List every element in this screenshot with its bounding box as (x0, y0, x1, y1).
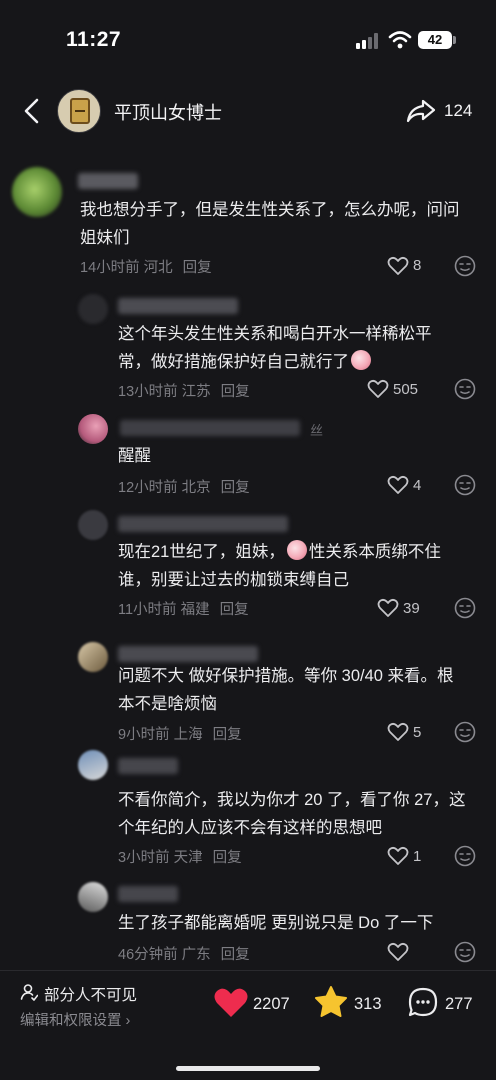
commenter-name-fragment: 丝 (310, 423, 324, 438)
like-count: 505 (393, 381, 419, 398)
comment-text: 生了孩子都能离婚呢 更别说只是 Do 了一下 (118, 914, 434, 932)
header: 平顶山女博士 124 (0, 80, 496, 142)
comment-text: 问题不大 做好保护措施。等你 30/40 来看。根 本不是啥烦恼 (118, 667, 454, 713)
comment-text: 醒醒 (118, 447, 151, 465)
favorite-count: 313 (354, 995, 382, 1013)
comment-item: 这个年头发生性关系和喝白开水一样稀松平 常，做好措施保护好自己就行了 13小时前 … (0, 290, 496, 405)
reply-button[interactable]: 回复 (183, 260, 212, 276)
comment-meta: 3小时前 天津 回复 (118, 850, 242, 866)
reply-button[interactable]: 回复 (221, 384, 250, 400)
battery-tip (453, 36, 456, 44)
commenter-avatar[interactable] (78, 414, 108, 444)
commenter-avatar[interactable] (78, 750, 108, 780)
status-bar: 11:27 42 (0, 0, 496, 80)
share-icon[interactable] (406, 98, 436, 124)
bottom-action-bar: 部分人不可见 编辑和权限设置 › 2207 313 277 (0, 970, 496, 1080)
commenter-name-blurred[interactable] (120, 420, 300, 436)
like-count: 4 (413, 477, 422, 494)
like-icon[interactable] (387, 256, 409, 276)
like-count: 8 (413, 257, 422, 274)
comment-meta: 46分钟前 广东 回复 (118, 947, 250, 963)
edit-permissions-link[interactable]: 编辑和权限设置 › (20, 1009, 130, 1030)
like-icon[interactable] (387, 846, 409, 866)
commenter-name-blurred[interactable] (118, 516, 288, 532)
comment-meta: 12小时前 北京 回复 (118, 480, 250, 496)
commenter-avatar[interactable] (12, 167, 62, 217)
signal-icon (356, 33, 380, 49)
comment-item: 我也想分手了，但是发生性关系了，怎么办呢，问问 姐妹们 14小时前 河北 回复 8 (0, 165, 496, 277)
home-indicator (176, 1066, 320, 1071)
back-icon[interactable] (20, 96, 44, 126)
commenter-name-blurred[interactable] (78, 173, 138, 189)
comment-meta: 14小时前 河北 回复 (80, 260, 212, 276)
like-count: 1 (413, 848, 422, 865)
commenter-avatar[interactable] (78, 294, 108, 324)
battery-icon: 42 (418, 31, 452, 49)
author-name[interactable]: 平顶山女博士 (114, 99, 222, 125)
emoji-reaction-icon[interactable] (454, 255, 476, 277)
commenter-name-blurred[interactable] (118, 758, 178, 774)
like-count: 39 (403, 600, 420, 617)
like-icon[interactable] (377, 598, 399, 618)
comment-text: 不看你简介，我以为你才 20 了，看了你 27，这 个年纪的人应该不会有这样的思想… (118, 791, 466, 837)
comment-text: 这个年头发生性关系和喝白开水一样稀松平 常，做好措施保护好自己就行了 (118, 325, 432, 371)
reply-button[interactable]: 回复 (221, 947, 250, 963)
commenter-avatar[interactable] (78, 882, 108, 912)
like-icon[interactable] (387, 942, 409, 962)
emoji-reaction-icon[interactable] (454, 378, 476, 400)
commenter-name-blurred[interactable] (118, 298, 238, 314)
emoji-reaction-icon[interactable] (454, 597, 476, 619)
visibility-label[interactable]: 部分人不可见 (44, 983, 137, 1005)
like-count-total: 2207 (253, 995, 290, 1013)
crying-emoji-icon (351, 350, 371, 370)
reply-button[interactable]: 回复 (213, 850, 242, 866)
status-time: 11:27 (66, 28, 122, 51)
emoji-reaction-icon[interactable] (454, 721, 476, 743)
commenter-avatar[interactable] (78, 510, 108, 540)
author-avatar[interactable] (57, 89, 101, 133)
favorite-star-icon[interactable] (314, 985, 348, 1018)
like-filled-icon[interactable] (213, 987, 249, 1019)
like-count: 5 (413, 724, 422, 741)
comment-item: 现在21世纪了，姐妹， 性关系本质绑不住 谁，别要让过去的枷锁束缚自己 11小时前… (0, 508, 496, 623)
crying-emoji-icon (286, 540, 307, 560)
commenter-name-blurred[interactable] (118, 646, 258, 662)
comment-meta: 11小时前 福建 回复 (118, 602, 249, 618)
like-icon[interactable] (387, 475, 409, 495)
reply-button[interactable]: 回复 (213, 727, 242, 743)
share-count: 124 (444, 101, 473, 120)
comment-meta: 13小时前 江苏 回复 (118, 384, 250, 400)
comment-meta: 9小时前 上海 回复 (118, 727, 242, 743)
person-visibility-icon (20, 984, 38, 1001)
comment-item: 问题不大 做好保护措施。等你 30/40 来看。根 本不是啥烦恼 9小时前 上海回… (0, 640, 496, 745)
reply-button[interactable]: 回复 (220, 602, 249, 618)
comment-count: 277 (445, 995, 473, 1013)
emoji-reaction-icon[interactable] (454, 845, 476, 867)
emoji-reaction-icon[interactable] (454, 941, 476, 963)
comment-item: 不看你简介，我以为你才 20 了，看了你 27，这 个年纪的人应该不会有这样的思想… (0, 748, 496, 873)
like-icon[interactable] (367, 379, 389, 399)
comment-text: 现在21世纪了，姐妹， 性关系本质绑不住 谁，别要让过去的枷锁束缚自己 (118, 538, 488, 594)
wifi-icon (388, 31, 412, 49)
commenter-avatar[interactable] (78, 642, 108, 672)
comment-text: 我也想分手了，但是发生性关系了，怎么办呢，问问 姐妹们 (80, 201, 460, 247)
like-icon[interactable] (387, 722, 409, 742)
comment-item: 丝 醒醒 12小时前 北京 回复 4 (0, 412, 496, 502)
reply-button[interactable]: 回复 (221, 480, 250, 496)
comment-item: 生了孩子都能离婚呢 更别说只是 Do 了一下 46分钟前 广东 回复 (0, 878, 496, 968)
emoji-reaction-icon[interactable] (454, 474, 476, 496)
comment-bubble-icon[interactable] (407, 986, 439, 1018)
commenter-name-blurred[interactable] (118, 886, 178, 902)
